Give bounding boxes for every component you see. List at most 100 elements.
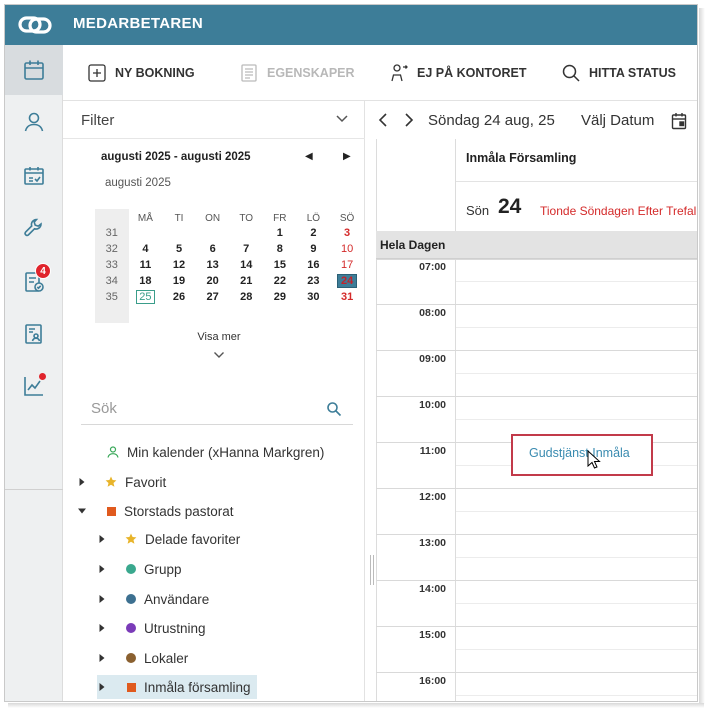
circle-icon — [126, 594, 136, 604]
rail-calendar-check[interactable] — [5, 151, 63, 201]
day-cell[interactable]: 8 — [263, 241, 297, 257]
day-cell[interactable]: 28 — [229, 289, 263, 305]
day-cell[interactable]: 18 — [129, 273, 163, 289]
day-cell[interactable]: 12 — [162, 257, 196, 273]
mini-calendar-month: augusti 2025 — [105, 177, 171, 189]
day-cell[interactable]: 14 — [229, 257, 263, 273]
day-cell[interactable]: 29 — [263, 289, 297, 305]
all-day-row[interactable]: Hela Dagen — [376, 231, 697, 259]
out-of-office-button[interactable]: EJ PÅ KONTORET — [389, 45, 527, 101]
mini-calendar-prev-button[interactable]: ◀ — [305, 151, 313, 162]
caret-right-icon[interactable] — [97, 594, 107, 604]
search-icon — [562, 64, 580, 82]
plus-box-icon — [88, 64, 106, 82]
day-cell[interactable] — [229, 225, 263, 241]
day-cell[interactable]: 26 — [162, 289, 196, 305]
hour-line — [376, 350, 697, 351]
hour-label: 07:00 — [419, 261, 446, 273]
tree-item-equipment[interactable]: Utrustning — [97, 616, 206, 640]
day-cell[interactable]: 3 — [330, 225, 364, 241]
hour-line — [376, 580, 697, 581]
search-icon[interactable] — [326, 401, 342, 417]
half-hour-line — [456, 281, 697, 282]
weekday-header: ON — [205, 212, 221, 224]
chevron-left-icon[interactable] — [378, 113, 388, 127]
day-cell[interactable]: 7 — [229, 241, 263, 257]
calendar-icon[interactable] — [671, 112, 687, 130]
day-cell[interactable]: 27 — [196, 289, 230, 305]
day-cell[interactable]: 2 — [297, 225, 331, 241]
filter-dropdown[interactable]: Filter — [63, 101, 365, 139]
show-more-link[interactable]: Visa mer — [171, 331, 267, 343]
day-cell[interactable]: 4 — [129, 241, 163, 257]
today-day-cell[interactable]: 25 — [129, 289, 163, 305]
day-cell[interactable]: 21 — [229, 273, 263, 289]
tree-item-parish[interactable]: Storstads pastorat — [77, 499, 234, 523]
caret-right-icon[interactable] — [97, 682, 107, 692]
caret-down-icon[interactable] — [77, 506, 87, 516]
hour-label: 08:00 — [419, 307, 446, 319]
rail-divider — [5, 489, 63, 490]
caret-right-icon[interactable] — [97, 564, 107, 574]
day-cell[interactable]: 22 — [263, 273, 297, 289]
day-cell[interactable]: 30 — [297, 289, 331, 305]
day-column[interactable]: Inmåla Församling Sön 24 Tionde Söndagen… — [456, 139, 697, 701]
day-cell[interactable] — [162, 225, 196, 241]
properties-button[interactable]: EGENSKAPER — [239, 45, 355, 101]
caret-right-icon[interactable] — [97, 534, 107, 544]
chain-link-logo-icon[interactable] — [17, 13, 53, 37]
selected-day-cell[interactable]: 24 — [330, 273, 364, 289]
tree-item-group[interactable]: Grupp — [97, 557, 182, 581]
day-cell[interactable] — [196, 225, 230, 241]
chevron-right-icon[interactable] — [404, 113, 414, 127]
day-cell[interactable]: 11 — [129, 257, 163, 273]
rail-tools[interactable] — [5, 203, 63, 253]
rail-documents[interactable] — [5, 309, 63, 359]
tree-item-my-calendar[interactable]: Min kalender (xHanna Markgren) — [107, 440, 324, 464]
tree-item-favorites[interactable]: Favorit — [77, 470, 166, 494]
day-cell[interactable]: 17 — [330, 257, 364, 273]
search-input[interactable]: Sök — [81, 393, 353, 425]
mini-calendar-range: augusti 2025 - augusti 2025 — [101, 151, 251, 163]
panel-splitter-handle[interactable] — [370, 555, 374, 585]
day-cell[interactable]: 23 — [297, 273, 331, 289]
tree-item-users[interactable]: Användare — [97, 587, 209, 611]
mini-calendar-next-button[interactable]: ▶ — [343, 151, 351, 162]
day-cell[interactable]: 6 — [196, 241, 230, 257]
day-cell[interactable]: 10 — [330, 241, 364, 257]
day-cell[interactable]: 20 — [196, 273, 230, 289]
day-cell[interactable] — [129, 225, 163, 241]
rail-tasks[interactable]: 4 — [5, 257, 63, 307]
hour-line — [376, 304, 697, 305]
notification-badge: 4 — [35, 263, 51, 279]
pick-date-button[interactable]: Välj Datum — [581, 112, 654, 129]
properties-label: EGENSKAPER — [267, 66, 355, 80]
tree-item-register-parish[interactable]: Inmåla församling — [97, 675, 257, 699]
day-cell[interactable]: 19 — [162, 273, 196, 289]
rail-person[interactable] — [5, 97, 63, 147]
day-cell[interactable]: 15 — [263, 257, 297, 273]
week-number: 32 — [105, 243, 118, 255]
day-cell[interactable]: 9 — [297, 241, 331, 257]
chevron-down-icon[interactable] — [213, 351, 225, 359]
day-cell[interactable]: 5 — [162, 241, 196, 257]
calendar-event[interactable]: Gudstjänst Inmåla — [511, 434, 653, 476]
caret-right-icon[interactable] — [77, 477, 87, 487]
tree-label: Min kalender (xHanna Markgren) — [127, 444, 325, 460]
caret-right-icon[interactable] — [97, 653, 107, 663]
rail-statistics[interactable] — [5, 361, 63, 411]
day-cell[interactable]: 1 — [263, 225, 297, 241]
day-cell[interactable]: 16 — [297, 257, 331, 273]
tree-item-premises[interactable]: Lokaler — [97, 646, 188, 670]
caret-right-icon[interactable] — [97, 623, 107, 633]
day-number: 24 — [498, 195, 522, 218]
find-status-button[interactable]: HITTA STATUS — [561, 45, 676, 101]
tree-item-shared-favorites[interactable]: Delade favoriter — [97, 527, 240, 551]
new-booking-button[interactable]: NY BOKNING — [87, 45, 195, 101]
left-rail: 4 — [5, 45, 63, 701]
hour-label: 16:00 — [419, 675, 446, 687]
day-cell[interactable]: 31 — [330, 289, 364, 305]
rail-calendar[interactable] — [5, 45, 63, 95]
day-cell[interactable]: 13 — [196, 257, 230, 273]
hour-label: 14:00 — [419, 583, 446, 595]
